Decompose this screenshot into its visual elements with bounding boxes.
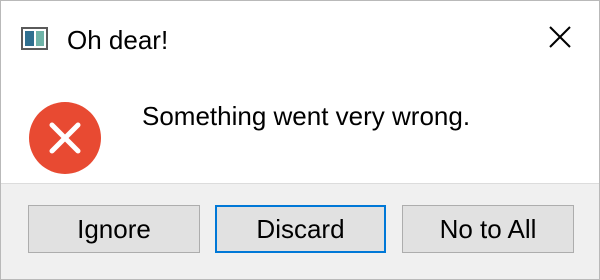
- window-title: Oh dear!: [67, 25, 169, 55]
- dialog-content: Something went very wrong.: [1, 77, 599, 183]
- close-button[interactable]: [537, 19, 583, 57]
- ignore-button[interactable]: Ignore: [28, 205, 200, 253]
- no-to-all-button[interactable]: No to All: [402, 205, 574, 253]
- error-icon: [28, 101, 102, 175]
- application-window-icon: [21, 27, 48, 50]
- title-bar[interactable]: Oh dear!: [1, 1, 599, 77]
- message-dialog: Oh dear! Something went very wrong. Igno…: [0, 0, 600, 280]
- button-bar: Ignore Discard No to All: [1, 183, 599, 279]
- error-message: Something went very wrong.: [142, 101, 471, 131]
- discard-button[interactable]: Discard: [215, 205, 386, 253]
- close-icon: [549, 26, 571, 48]
